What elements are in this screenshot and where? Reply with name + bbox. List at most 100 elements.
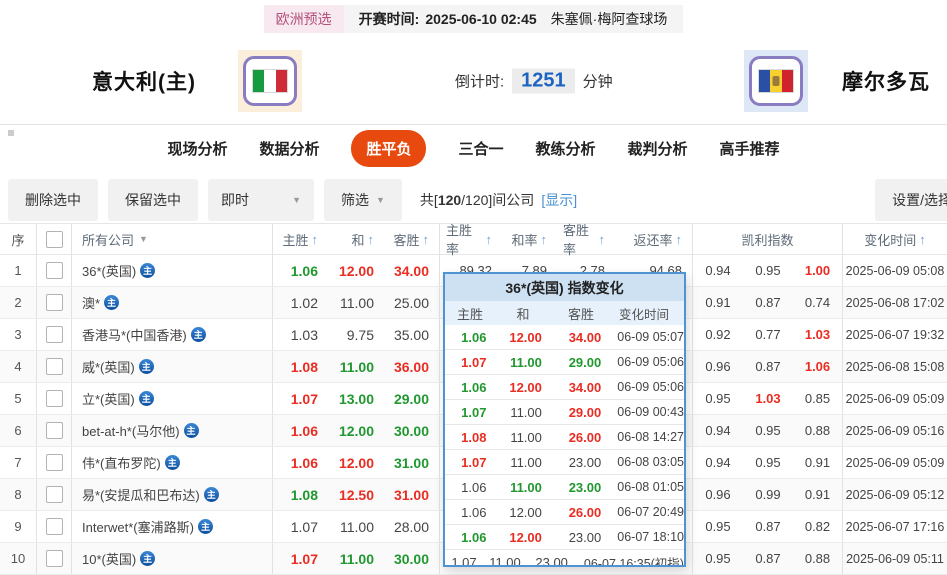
company-count-text: 共[120/120]间公司	[420, 190, 534, 210]
kelly-cell: 0.91	[793, 447, 843, 478]
row-checkbox[interactable]	[46, 550, 63, 567]
change-time-cell: 2025-06-07 19:32	[843, 319, 947, 350]
col-header-home[interactable]: 主胜↑	[273, 224, 328, 254]
kelly-cell: 0.94	[693, 447, 743, 478]
odds-type-dropdown[interactable]: 即时 ▼	[208, 179, 314, 221]
tab-coach-analysis[interactable]: 教练分析	[536, 138, 596, 159]
col-header-select	[37, 224, 72, 254]
row-checkbox[interactable]	[46, 422, 63, 439]
team-header: 意大利(主) 倒计时: 1251 分钟 摩尔多瓦	[0, 38, 947, 124]
col-header-return-rate[interactable]: 返还率↑	[615, 224, 693, 254]
company-cell[interactable]: Interwet*(塞浦路斯)主	[72, 511, 273, 542]
col-header-draw[interactable]: 和↑	[328, 224, 384, 254]
row-checkbox[interactable]	[46, 262, 63, 279]
kelly-cell: 0.99	[743, 479, 793, 510]
col-header-company[interactable]: 所有公司▼	[72, 224, 273, 254]
odds-home-cell: 1.03	[273, 319, 328, 350]
tab-live-analysis[interactable]: 现场分析	[167, 138, 227, 159]
col-header-away-rate[interactable]: 客胜率↑	[557, 224, 615, 254]
select-all-checkbox[interactable]	[46, 231, 63, 248]
odds-home-cell: 1.06	[273, 255, 328, 286]
sort-up-icon: ↑	[486, 232, 493, 247]
company-cell[interactable]: 36*(英国)主	[72, 255, 273, 286]
row-checkbox[interactable]	[46, 326, 63, 343]
keep-selected-button[interactable]: 保留选中	[108, 179, 198, 221]
show-link[interactable]: [显示]	[541, 190, 577, 210]
history-away-odds: 29.00	[550, 400, 609, 424]
filter-button[interactable]: 筛选 ▼	[324, 179, 402, 221]
tab-win-draw-lose[interactable]: 胜平负	[351, 130, 426, 167]
history-row: 1.0612.0026.0006-07 20:49	[445, 500, 684, 525]
league-badge[interactable]: 欧洲预选	[264, 5, 344, 33]
history-away-odds: 26.00	[550, 500, 609, 524]
col-header-away[interactable]: 客胜↑	[384, 224, 440, 254]
tab-data-analysis[interactable]: 数据分析	[259, 138, 319, 159]
popup-col-header: 和	[495, 301, 551, 325]
odds-draw-cell: 12.00	[328, 415, 384, 446]
company-cell[interactable]: 易*(安提瓜和巴布达)主	[72, 479, 273, 510]
col-header-draw-rate[interactable]: 和率↑	[502, 224, 557, 254]
change-time-cell: 2025-06-09 05:08	[843, 255, 947, 286]
tab-referee-analysis[interactable]: 裁判分析	[628, 138, 688, 159]
company-cell[interactable]: 伟*(直布罗陀)主	[72, 447, 273, 478]
row-seq: 1	[0, 255, 37, 286]
filter-toolbar: 删除选中 保留选中 即时 ▼ 筛选 ▼ 共[120/120]间公司 [显示] 设…	[8, 181, 947, 219]
company-cell[interactable]: 香港马*(中国香港)主	[72, 319, 273, 350]
company-cell[interactable]: bet-at-h*(马尔他)主	[72, 415, 273, 446]
tab-three-in-one[interactable]: 三合一	[458, 138, 503, 159]
kelly-cell: 0.74	[793, 287, 843, 318]
history-draw-odds: 12.00	[494, 500, 549, 524]
company-cell[interactable]: 威*(英国)主	[72, 351, 273, 382]
row-checkbox[interactable]	[46, 358, 63, 375]
row-checkbox[interactable]	[46, 294, 63, 311]
kelly-cell: 0.91	[793, 479, 843, 510]
kelly-cell: 0.85	[793, 383, 843, 414]
company-name: Interwet*(塞浦路斯)	[82, 517, 194, 536]
row-checkbox[interactable]	[46, 518, 63, 535]
odds-draw-cell: 13.00	[328, 383, 384, 414]
row-select-cell	[37, 415, 72, 446]
history-time: 06-09 00:43	[609, 400, 684, 424]
kelly-cell: 0.87	[743, 511, 793, 542]
history-draw-odds: 11.00	[494, 475, 549, 499]
company-cell[interactable]: 10*(英国)主	[72, 543, 273, 574]
row-checkbox[interactable]	[46, 486, 63, 503]
history-row: 1.0711.0023.0006-08 03:05	[445, 450, 684, 475]
header-label: 主胜率	[446, 220, 483, 258]
company-cell[interactable]: 立*(英国)主	[72, 383, 273, 414]
odds-away-cell: 31.00	[384, 447, 440, 478]
kelly-cell: 0.94	[693, 255, 743, 286]
odds-draw-cell: 12.50	[328, 479, 384, 510]
venue-name: 朱塞佩·梅阿查球场	[551, 9, 668, 29]
chevron-down-icon: ▼	[292, 195, 301, 205]
history-row: 1.0612.0034.0006-09 05:06	[445, 375, 684, 400]
odds-home-cell: 1.07	[273, 383, 328, 414]
popup-title: 36*(英国) 指数变化	[445, 274, 684, 301]
row-seq: 4	[0, 351, 37, 382]
company-name: bet-at-h*(马尔他)	[82, 421, 180, 440]
company-cell[interactable]: 澳*主	[72, 287, 273, 318]
odds-draw-cell: 12.00	[328, 255, 384, 286]
row-checkbox[interactable]	[46, 454, 63, 471]
sort-up-icon: ↑	[599, 232, 606, 247]
odds-home-cell: 1.06	[273, 447, 328, 478]
row-checkbox[interactable]	[46, 390, 63, 407]
history-away-odds: 23.00	[550, 450, 609, 474]
chevron-down-icon: ▼	[376, 195, 385, 205]
kelly-cell: 0.94	[693, 415, 743, 446]
kelly-cell: 1.03	[743, 383, 793, 414]
italy-flag-icon	[243, 56, 297, 106]
odds-away-cell: 36.00	[384, 351, 440, 382]
history-away-odds: 26.00	[550, 425, 609, 449]
kickoff-time: 2025-06-10 02:45	[425, 11, 536, 27]
col-header-home-rate[interactable]: 主胜率↑	[440, 224, 502, 254]
delete-selected-button[interactable]: 删除选中	[8, 179, 98, 221]
tab-expert-recommend[interactable]: 高手推荐	[720, 138, 780, 159]
home-flag-box	[238, 50, 302, 112]
col-header-change-time[interactable]: 变化时间↑	[843, 224, 947, 254]
kelly-cell: 0.95	[743, 255, 793, 286]
row-select-cell	[37, 479, 72, 510]
settings-select-button[interactable]: 设置/选择	[875, 179, 947, 221]
company-header-label: 所有公司	[82, 230, 134, 249]
kelly-cell: 0.87	[743, 351, 793, 382]
